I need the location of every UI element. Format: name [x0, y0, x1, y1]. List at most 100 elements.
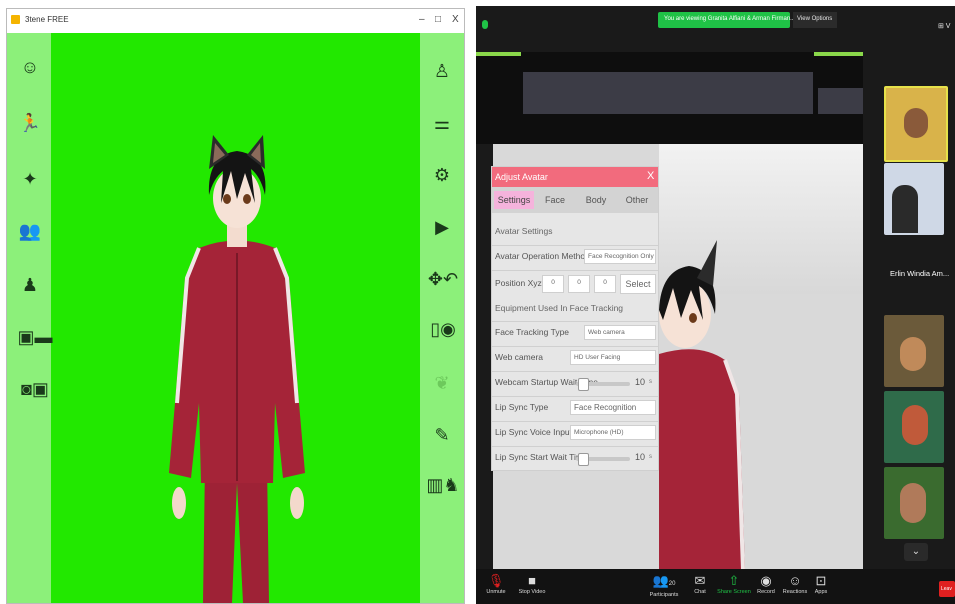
- lip-sync-type-row: Lip Sync Type Face Recognition: [492, 396, 658, 419]
- notepad-icon[interactable]: ✎: [430, 423, 454, 447]
- avatar-operation-method-select[interactable]: Face Recognition Only: [584, 249, 656, 264]
- image-couch-icon[interactable]: ▣▬: [18, 325, 53, 349]
- face-icon[interactable]: ☺: [18, 55, 42, 79]
- section-avatar-settings: Avatar Settings: [495, 226, 553, 236]
- avatar-app-window: 3tene FREE – □ X ☺ 🏃 ✦ 👥 ♟ ▣▬ ◙▣ ♙ ⚌ ⚙ ▶…: [6, 8, 465, 604]
- gear-icon[interactable]: ⚙: [430, 163, 454, 187]
- microphone-muted-icon: 🎙: [487, 573, 505, 588]
- avatar-stand-icon[interactable]: ♟: [18, 273, 42, 297]
- position-row: Position Xyz 0 0 0 Select: [492, 270, 658, 297]
- participants-button[interactable]: 👥20 Participants: [644, 573, 684, 598]
- face-tracking-type-select[interactable]: Web camera: [584, 325, 656, 340]
- lip-sync-type-select[interactable]: Face Recognition: [570, 400, 656, 415]
- panel-tabs: Settings Face Body Other: [492, 187, 658, 213]
- shared-screen-top: [476, 52, 863, 144]
- participant-tile[interactable]: [884, 86, 948, 162]
- close-button[interactable]: X: [452, 14, 459, 25]
- avatar-character: [169, 135, 305, 603]
- leave-button[interactable]: Leav: [939, 581, 955, 597]
- position-x-field[interactable]: 0: [542, 275, 564, 293]
- position-label: Position Xyz: [495, 278, 542, 288]
- pose-icon[interactable]: 🏃: [18, 111, 42, 135]
- panel-close-button[interactable]: X: [647, 170, 654, 182]
- position-y-field[interactable]: 0: [568, 275, 590, 293]
- avatar-operation-method-label: Avatar Operation Method: [495, 251, 590, 261]
- zoom-meeting-window: You are viewing Granita Alfiani & Arman …: [476, 6, 955, 604]
- chat-label: Chat: [694, 589, 706, 595]
- unmute-label: Unmute: [486, 589, 506, 595]
- lip-sync-type-label: Lip Sync Type: [495, 402, 549, 412]
- position-select-button[interactable]: Select: [620, 274, 656, 294]
- window-title: 3tene FREE: [25, 15, 69, 24]
- adjust-avatar-panel: Adjust Avatar X Settings Face Body Other…: [491, 166, 659, 471]
- panel-header: Adjust Avatar X: [492, 167, 658, 187]
- person-icon[interactable]: ♙: [430, 59, 454, 83]
- gallery-scroll-down-button[interactable]: ⌄: [904, 543, 928, 561]
- face-tracking-type-row: Face Tracking Type Web camera: [492, 321, 658, 344]
- record-label: Record: [757, 589, 775, 595]
- participants-label: Participants: [649, 592, 679, 598]
- webcam-wait-value: 10: [635, 377, 646, 387]
- lip-sync-start-unit: s: [649, 454, 652, 460]
- people-icon[interactable]: 👥: [18, 219, 42, 243]
- webcam-wait-unit: s: [649, 379, 652, 385]
- view-options-button[interactable]: View Options: [793, 12, 837, 28]
- participant-name: Erlin Windia Am...: [890, 269, 950, 278]
- participant-tile[interactable]: [884, 467, 944, 539]
- right-toolbar: ♙ ⚌ ⚙ ▶ ✥↶ ▯◉ ❦ ✎ ▥♞: [420, 33, 464, 603]
- section-equipment: Equipment Used In Face Tracking: [495, 303, 624, 313]
- lip-sync-start-label: Lip Sync Start Wait Time: [495, 452, 588, 462]
- webcam-wait-row: Webcam Startup Wait Time 10 s: [492, 371, 658, 394]
- participants-icon: 👥20: [652, 573, 676, 588]
- minimize-button[interactable]: –: [419, 14, 425, 25]
- capture-icon[interactable]: ▯◉: [426, 317, 460, 341]
- participants-count: 20: [668, 581, 676, 587]
- lip-sync-start-value: 10: [635, 452, 646, 462]
- camera-video-icon[interactable]: ◙▣: [18, 377, 52, 401]
- avatar-preview: [659, 240, 745, 570]
- participant-tile[interactable]: [884, 315, 944, 387]
- lip-sync-voice-label: Lip Sync Voice Input: [495, 427, 573, 437]
- tab-other[interactable]: Other: [617, 191, 657, 209]
- app-logo-icon: [11, 15, 20, 24]
- left-toolbar: ☺ 🏃 ✦ 👥 ♟ ▣▬ ◙▣: [7, 33, 53, 603]
- tab-face[interactable]: Face: [535, 191, 575, 209]
- avatar-operation-method-row: Avatar Operation Method Face Recognition…: [492, 245, 658, 268]
- lip-sync-start-slider-knob[interactable]: [578, 453, 589, 466]
- screen-share-banner: You are viewing Granita Alfiani & Arman …: [658, 12, 819, 28]
- web-camera-row: Web camera HD User Facing: [492, 346, 658, 369]
- video-icon: ■: [528, 573, 536, 588]
- gallery-view-button[interactable]: ⊞ V: [938, 22, 950, 30]
- participant-gallery: Erlin Windia Am... ⌄: [884, 81, 952, 561]
- webcam-wait-slider-knob[interactable]: [578, 378, 589, 391]
- tab-body[interactable]: Body: [576, 191, 616, 209]
- unmute-button[interactable]: 🎙 Unmute: [476, 573, 516, 595]
- face-tracking-type-label: Face Tracking Type: [495, 327, 570, 337]
- participant-tile[interactable]: [884, 163, 944, 235]
- participant-tile[interactable]: [884, 391, 944, 463]
- web-camera-select[interactable]: HD User Facing: [570, 350, 656, 365]
- panel-title: Adjust Avatar: [495, 172, 548, 182]
- apps-label: Apps: [814, 589, 828, 595]
- web-camera-label: Web camera: [495, 352, 544, 362]
- view-options-label: View Options: [797, 16, 833, 22]
- stop-video-label: Stop Video: [518, 589, 546, 595]
- tab-settings[interactable]: Settings: [494, 191, 534, 209]
- apps-button[interactable]: ⊡ Apps: [801, 573, 841, 595]
- green-screen-stage: [7, 33, 464, 603]
- stop-video-button[interactable]: ■ Stop Video: [512, 573, 552, 595]
- title-bar: 3tene FREE – □ X: [7, 9, 464, 33]
- lip-sync-start-row: Lip Sync Start Wait Time 10 s: [492, 446, 658, 469]
- meeting-controls-bar: 🎙 Unmute ■ Stop Video 👥20 Participants ✉ Cha…: [476, 569, 955, 604]
- sliders-icon[interactable]: ⚌: [430, 111, 454, 135]
- maximize-button[interactable]: □: [435, 14, 441, 25]
- lip-sync-voice-select[interactable]: Microphone (HD): [570, 425, 656, 440]
- security-shield-icon: [482, 20, 488, 29]
- book-icon[interactable]: ▥♞: [426, 473, 460, 497]
- lip-sync-voice-row: Lip Sync Voice Input Microphone (HD): [492, 421, 658, 444]
- position-z-field[interactable]: 0: [594, 275, 616, 293]
- apps-icon: ⊡: [815, 573, 827, 588]
- move-rotate-icon[interactable]: ✥↶: [426, 267, 460, 291]
- video-camera-icon[interactable]: ▶: [430, 215, 454, 239]
- magic-wand-icon[interactable]: ✦: [18, 167, 42, 191]
